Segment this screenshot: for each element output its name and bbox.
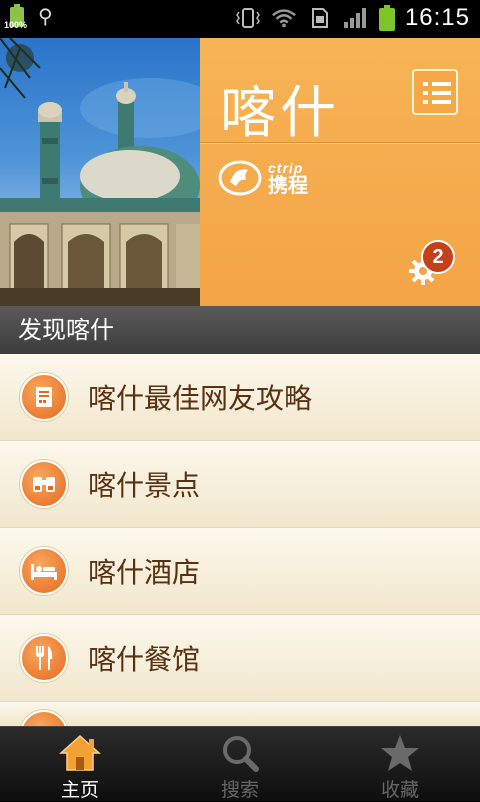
list-item-guides[interactable]: 喀什最佳网友攻略 [0,354,480,441]
menu-button[interactable] [412,69,458,115]
list-item-icon [20,710,68,726]
logo-text-cn: 携程 [268,173,308,197]
city-header: 喀什 ctrip 携程 2 [0,38,480,306]
section-title: 发现喀什 [0,306,480,354]
city-banner: 喀什 ctrip 携程 2 [200,38,480,306]
sim-icon [307,5,333,31]
tab-label: 搜索 [220,779,259,801]
vibrate-icon [235,5,261,31]
list-item-attractions[interactable]: 喀什景点 [0,441,480,528]
tab-favorites[interactable]: 收藏 [320,727,480,801]
star-icon [378,733,422,773]
city-title: 喀什 [220,81,340,146]
guide-book-icon [20,373,68,421]
tab-home[interactable]: 主页 [0,727,160,801]
bottom-tab-bar: 主页 搜索 收藏 [0,726,480,801]
bed-icon [20,547,68,595]
clock: 16:15 [404,4,470,31]
battery-icon: 100% [4,4,27,30]
battery-percent: 100% [4,20,28,30]
list-item-label: 喀什最佳网友攻略 [88,382,313,415]
notification-badge[interactable]: 2 [421,240,455,274]
city-photo [0,38,200,306]
search-icon [218,733,262,773]
status-bar: 100% ⚲ 16:15 [0,0,480,38]
ctrip-logo: ctrip 携程 [218,158,308,198]
discover-list: 喀什最佳网友攻略 喀什景点 喀什酒店 喀什餐馆 [0,354,480,726]
list-item-restaurants[interactable]: 喀什餐馆 [0,615,480,702]
dolphin-logo-icon [218,160,262,196]
list-item-partial[interactable] [0,702,480,726]
wifi-icon [271,5,297,31]
usb-icon: ⚲ [38,4,53,28]
list-item-label: 喀什景点 [88,469,201,502]
battery-full-icon [378,5,395,31]
signal-icon [343,5,369,31]
fork-knife-icon [20,634,68,682]
list-item-label: 喀什餐馆 [88,643,201,676]
tab-label: 主页 [60,779,99,801]
binoculars-icon [20,460,68,508]
home-icon [58,733,102,773]
header-divider [200,142,480,143]
list-item-hotels[interactable]: 喀什酒店 [0,528,480,615]
list-item-label: 喀什酒店 [88,556,201,589]
tab-label: 收藏 [380,779,419,801]
tab-search[interactable]: 搜索 [160,727,320,801]
